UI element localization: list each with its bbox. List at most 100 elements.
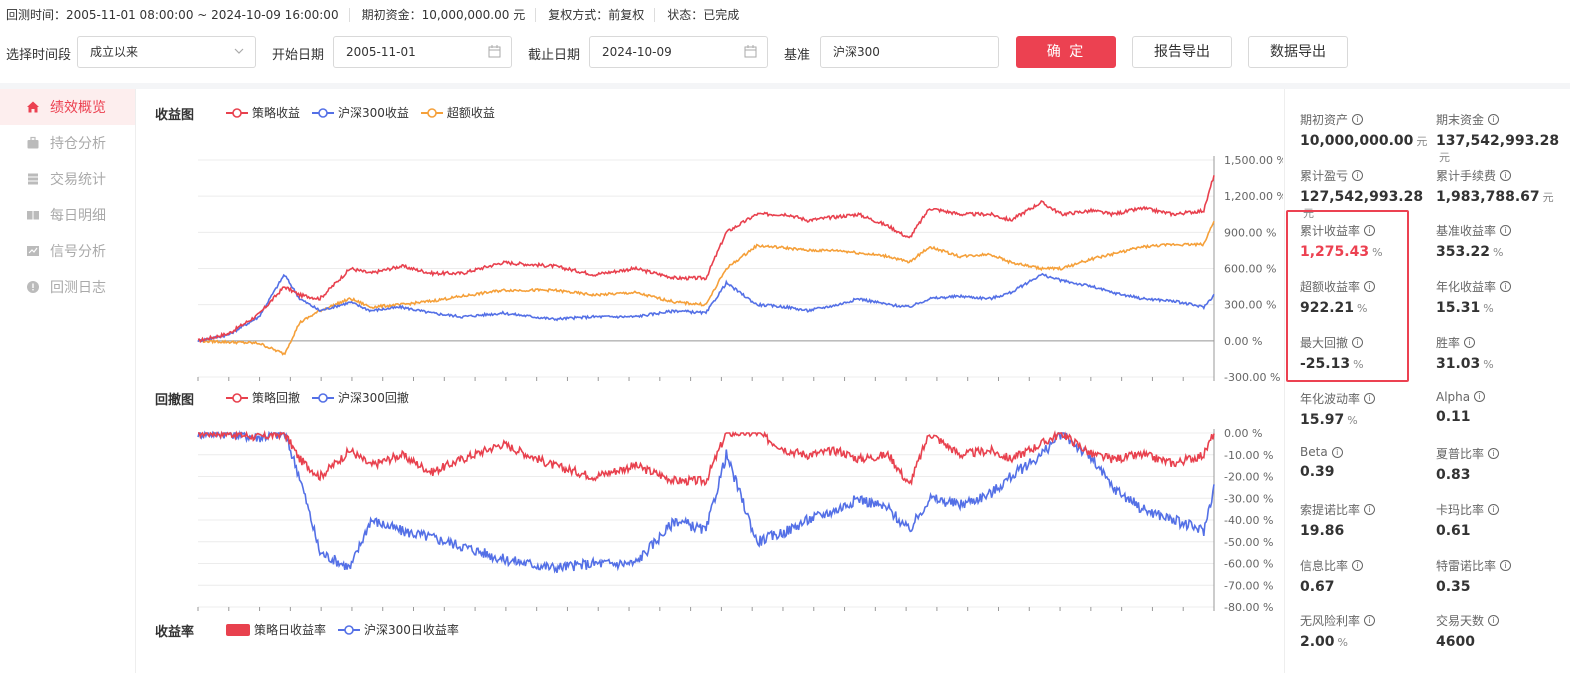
- metric-value-text: 10,000,000.00: [1300, 133, 1414, 149]
- backtest-time: 回测时间：2005-11-01 08:00:00 ~ 2024-10-09 16…: [6, 8, 350, 22]
- metric-value: 4600: [1436, 634, 1570, 650]
- charts-area: 收益图 策略收益 沪深300收益 超额收益 1,500.00 % 1,200.00…: [136, 89, 1283, 673]
- legend-label: 沪深300收益: [338, 106, 409, 120]
- series-line-1[interactable]: [197, 272, 1215, 343]
- metric-value-text: 1,983,788.67: [1436, 188, 1540, 205]
- start-date-input[interactable]: 2005-11-01: [333, 36, 512, 68]
- legend-item-benchmark[interactable]: 沪深300收益: [312, 104, 409, 121]
- line-chart-icon: [26, 244, 40, 258]
- y-tick-label: -70.00 %: [1224, 579, 1273, 592]
- series-line-0[interactable]: [198, 429, 1215, 487]
- info-icon[interactable]: i: [1474, 391, 1486, 402]
- y-tick-label: -20.00 %: [1224, 471, 1273, 484]
- metric-label: 期末资金 i: [1436, 111, 1570, 128]
- start-date-value: 2005-11-01: [346, 45, 416, 59]
- sidebar-item-log[interactable]: 回测日志: [0, 269, 135, 305]
- info-icon[interactable]: i: [1488, 448, 1500, 460]
- legend-label: 策略日收益率: [254, 623, 327, 637]
- calendar-icon: [488, 37, 501, 78]
- info-icon[interactable]: i: [1500, 169, 1512, 181]
- metric-value: 31.03%: [1436, 356, 1570, 372]
- legend-item-benchmark-daily[interactable]: 沪深300日收益率: [338, 621, 459, 638]
- metric-label-text: 年化波动率: [1300, 391, 1361, 406]
- metric-value: 10,000,000.00 元: [1300, 133, 1435, 149]
- info-icon[interactable]: i: [1352, 559, 1364, 571]
- legend-item-strategy-drawdown[interactable]: 策略回撤: [226, 389, 300, 406]
- metric-value-text: 0.35: [1436, 578, 1471, 595]
- y-tick-label: -50.00 %: [1224, 536, 1273, 549]
- sidebar-item-holdings[interactable]: 持仓分析: [0, 125, 135, 161]
- legend-item-benchmark-drawdown[interactable]: 沪深300回撤: [312, 389, 409, 406]
- returns-chart[interactable]: 1,500.00 % 1,200.00 % 900.00 % 600.00 % 300.…: [136, 149, 1283, 389]
- chevron-down-icon: [233, 37, 245, 78]
- info-icon[interactable]: i: [1500, 225, 1512, 237]
- metric-label-text: 胜率: [1436, 335, 1461, 350]
- metric-value-text: 137,542,993.28: [1436, 133, 1560, 149]
- end-date-input[interactable]: 2024-10-09: [589, 36, 768, 68]
- y-tick-label: -60.00 %: [1224, 558, 1273, 571]
- metric-unit: 元: [1542, 190, 1554, 204]
- metric-unit: %: [1483, 302, 1494, 316]
- info-icon[interactable]: i: [1331, 446, 1343, 458]
- sidebar-item-label: 持仓分析: [50, 136, 106, 152]
- metric-label: 期初资产 i: [1300, 111, 1435, 128]
- metric-card: 索提诺比率 i 19.86: [1300, 501, 1435, 539]
- metric-card: 夏普比率 i 0.83: [1436, 445, 1570, 483]
- info-icon[interactable]: i: [1352, 114, 1364, 125]
- metric-unit: %: [1483, 357, 1494, 371]
- metric-label-text: 无风险利率: [1300, 614, 1361, 629]
- legend-item-strategy-daily[interactable]: 策略日收益率: [226, 621, 326, 638]
- info-icon[interactable]: i: [1352, 169, 1364, 181]
- sidebar-item-daily[interactable]: 每日明细: [0, 197, 135, 233]
- data-export-button[interactable]: 数据导出: [1248, 36, 1348, 68]
- sidebar-item-signals[interactable]: 信号分析: [0, 233, 135, 269]
- metric-card: Beta i 0.39: [1300, 445, 1435, 480]
- y-tick-label: 1,200.00 %: [1224, 190, 1283, 203]
- metric-label-text: 期末资金: [1436, 113, 1485, 127]
- report-export-button[interactable]: 报告导出: [1132, 36, 1232, 68]
- info-icon[interactable]: i: [1488, 615, 1500, 627]
- series-line-1[interactable]: [197, 430, 1215, 574]
- info-icon[interactable]: i: [1364, 503, 1376, 515]
- metric-unit: %: [1347, 413, 1358, 427]
- info-icon[interactable]: i: [1364, 392, 1376, 404]
- metric-unit: %: [1337, 636, 1348, 650]
- benchmark-input[interactable]: 沪深300: [820, 36, 999, 68]
- book-icon: [26, 208, 40, 222]
- legend-item-strategy[interactable]: 策略收益: [226, 104, 300, 121]
- daily-returns-legend: 策略日收益率 沪深300日收益率: [226, 621, 471, 638]
- metric-card: 累计手续费 i 1,983,788.67 元: [1436, 167, 1570, 205]
- info-icon[interactable]: i: [1488, 114, 1500, 125]
- start-date-label: 开始日期: [272, 48, 325, 63]
- info-icon[interactable]: i: [1500, 281, 1512, 293]
- info-icon[interactable]: i: [1488, 503, 1500, 515]
- benchmark-value: 沪深300: [833, 45, 880, 59]
- metric-label-text: 索提诺比率: [1300, 502, 1361, 517]
- legend-label: 沪深300日收益率: [364, 623, 459, 637]
- metric-value: 0.83: [1436, 467, 1570, 483]
- metric-value-text: 0.67: [1300, 578, 1335, 595]
- metric-card: 年化波动率 i 15.97%: [1300, 390, 1435, 428]
- metric-label: 交易天数 i: [1436, 612, 1570, 629]
- drawdown-chart[interactable]: 0.00 % -10.00 % -20.00 % -30.00 % -40.00 % -5…: [136, 424, 1283, 614]
- info-icon[interactable]: i: [1500, 559, 1512, 571]
- metric-label-text: 累计盈亏: [1300, 168, 1349, 183]
- confirm-button[interactable]: 确 定: [1016, 36, 1116, 68]
- info-icon[interactable]: i: [1364, 615, 1376, 627]
- sidebar-item-label: 每日明细: [50, 208, 106, 224]
- legend-item-excess[interactable]: 超额收益: [420, 104, 495, 121]
- sidebar-item-trades[interactable]: 交易统计: [0, 161, 135, 197]
- sidebar-item-performance[interactable]: 绩效概览: [0, 89, 135, 125]
- metric-value: 353.22%: [1436, 244, 1570, 260]
- metric-label-text: 特雷诺比率: [1436, 558, 1497, 573]
- metric-card: 期初资产 i 10,000,000.00 元: [1300, 111, 1435, 149]
- period-select[interactable]: 成立以来: [77, 36, 256, 68]
- metric-label-text: Beta: [1300, 445, 1328, 460]
- metric-card: 特雷诺比率 i 0.35: [1436, 557, 1570, 595]
- info-icon[interactable]: i: [1464, 336, 1476, 348]
- daily-returns-title: 收益率: [155, 625, 195, 640]
- highlight-box: [1286, 210, 1409, 382]
- metric-label: 夏普比率 i: [1436, 445, 1570, 462]
- series-line-0[interactable]: [197, 175, 1215, 344]
- series-line-2[interactable]: [197, 220, 1215, 356]
